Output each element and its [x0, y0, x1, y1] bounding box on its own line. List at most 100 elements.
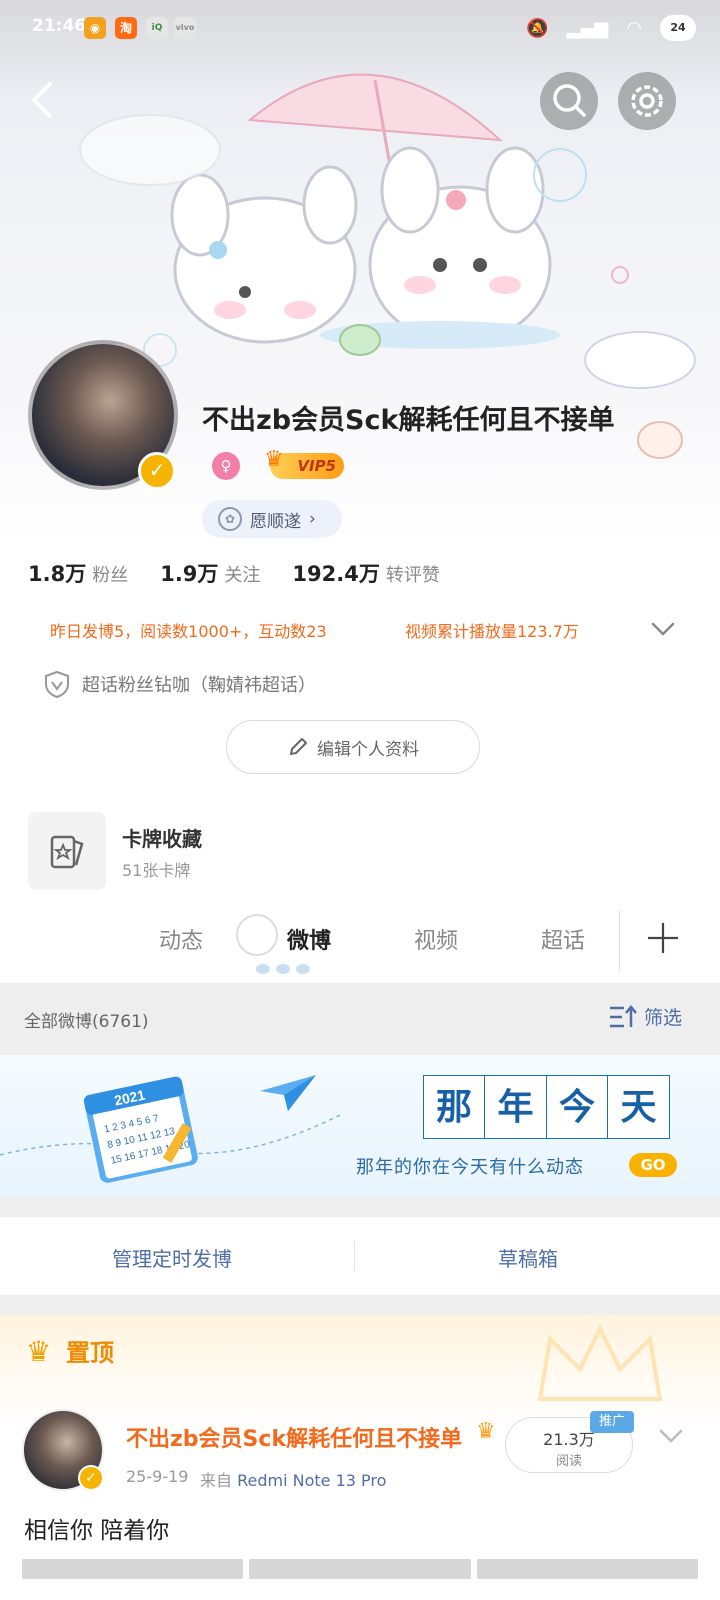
stat-value: 1.8万 [28, 562, 87, 586]
mute-icon: 🔕 [526, 17, 549, 39]
title-char: 那 [422, 1075, 486, 1139]
tab-indicator-dot [296, 964, 310, 974]
search-icon [553, 84, 586, 117]
crown-icon: ♛ [26, 1335, 52, 1368]
supertopic-fan-level[interactable]: 超话粉丝钻咖（鞠婧祎超话） [44, 670, 316, 698]
profile-username: 不出zb会员Sck解耗任何且不接单 [202, 405, 615, 436]
section-gap [0, 1295, 720, 1315]
post-filter-bar: 全部微博(6761) 筛选 [0, 983, 720, 1055]
post-author-name[interactable]: 不出zb会员Sck解耗任何且不接单 [126, 1421, 462, 1453]
drafts-button[interactable]: 草稿箱 [498, 1243, 558, 1272]
stat-value: 1.9万 [160, 562, 219, 586]
on-this-day-subtitle: 那年的你在今天有什么动态 [356, 1157, 584, 1178]
pinned-label: 置顶 [66, 1339, 114, 1367]
search-button[interactable] [540, 72, 598, 130]
pinned-post[interactable]: ♛ 置顶 ✓ 不出zb会员Sck解耗任何且不接单 ♛ 25-9-19 来自 Re… [0, 1315, 720, 1600]
shield-icon [45, 670, 69, 698]
post-image-strip [22, 1559, 698, 1579]
chevron-right-icon: › [309, 509, 316, 529]
tab-weibo[interactable]: 微博 [287, 923, 331, 955]
action-divider [354, 1241, 355, 1271]
tab-supertopic[interactable]: 超话 [541, 923, 585, 955]
status-time: 21:46 [32, 16, 87, 36]
chevron-down-icon[interactable] [650, 616, 676, 642]
battery-icon: 24 [660, 15, 696, 41]
post-source: 来自 Redmi Note 13 Pro [200, 1467, 386, 1491]
crown-icon: ♛ [264, 447, 284, 472]
supertopic-label: 超话粉丝钻咖（鞠婧祎超话） [82, 675, 316, 696]
tab-video[interactable]: 视频 [414, 923, 458, 955]
post-text: 相信你 陪着你 [24, 1518, 170, 1544]
on-this-day-banner[interactable]: 2021 1 2 3 4 5 6 7 8 9 10 11 12 13 15 16… [0, 1055, 720, 1197]
flower-icon: ✿ [218, 507, 242, 531]
filter-button[interactable]: 筛选 [608, 1003, 682, 1030]
settings-button[interactable] [618, 72, 676, 130]
video-play-stats[interactable]: 视频累计播放量123.7万 [405, 618, 579, 642]
add-tab-icon[interactable] [645, 920, 681, 956]
filter-icon [609, 1004, 637, 1027]
filter-label: 筛选 [643, 1007, 682, 1029]
iqiyi-icon: iQ [146, 17, 168, 39]
stat-following[interactable]: 1.9万 关注 [160, 558, 260, 588]
go-button[interactable]: GO [629, 1153, 677, 1177]
taobao-icon: 淘 [115, 17, 137, 39]
pencil-icon [290, 738, 307, 755]
stat-interactions[interactable]: 192.4万 转评赞 [292, 558, 439, 588]
post-actions-bar: 管理定时发博 草稿箱 [0, 1217, 720, 1295]
post-date: 25-9-19 [126, 1467, 189, 1486]
vip-crown-icon: ♛ [476, 1419, 496, 1444]
vip-badge[interactable]: ♛ VIP5 [264, 447, 344, 479]
profile-tabs: 动态 微博 视频 超话 [0, 905, 720, 981]
female-icon: ♀ [212, 452, 240, 480]
card-star-icon [50, 835, 84, 869]
card-collection-thumbnail[interactable] [28, 812, 106, 890]
vip-label: VIP5 [297, 457, 336, 475]
chevron-down-icon[interactable] [658, 1423, 684, 1449]
wifi-icon: ◠ [626, 17, 642, 39]
card-collection-title[interactable]: 卡牌收藏 [122, 823, 202, 852]
tab-indicator [256, 964, 310, 974]
stat-label: 关注 [224, 565, 261, 586]
verified-badge-icon: ✓ [78, 1465, 104, 1491]
tab-divider [619, 910, 620, 972]
profile-tag[interactable]: ✿ 愿顺遂 › [202, 500, 342, 538]
paper-plane-icon [260, 1075, 316, 1111]
post-image[interactable] [22, 1559, 244, 1579]
card-collection-count: 51张卡牌 [122, 861, 191, 880]
verified-badge-icon: ✓ [138, 452, 176, 490]
status-bar: 21:46 ◉ 淘 iQ vivo 🔕 ▂▄▆ ◠ 24 [0, 0, 720, 56]
bunny-tab-decoration-icon [236, 914, 278, 956]
weibo-icon: ◉ [84, 17, 106, 39]
tab-indicator-dot [276, 964, 290, 974]
tab-indicator-dot [256, 964, 270, 974]
edit-profile-label: 编辑个人资料 [317, 739, 419, 760]
status-indicators: 🔕 ▂▄▆ ◠ 24 [526, 14, 696, 42]
signal-icon: ▂▄▆ [566, 17, 609, 39]
gear-icon [631, 85, 663, 117]
section-gap [0, 1197, 720, 1217]
pinned-crown-decoration-icon [537, 1324, 663, 1401]
source-device[interactable]: Redmi Note 13 Pro [237, 1471, 386, 1490]
profile-stats: 1.8万 粉丝 1.9万 关注 192.4万 转评赞 [28, 558, 440, 588]
post-image[interactable] [249, 1559, 471, 1579]
all-posts-count: 全部微博(6761) [24, 1012, 149, 1032]
back-arrow-icon [32, 82, 52, 118]
tag-label: 愿顺遂 [250, 511, 301, 532]
on-this-day-title: 那 年 今 天 [422, 1075, 670, 1139]
promote-badge[interactable]: 推广 [590, 1411, 634, 1433]
stat-label: 粉丝 [92, 565, 129, 586]
stat-label: 转评赞 [385, 565, 440, 586]
back-button[interactable] [22, 78, 66, 122]
stat-value: 192.4万 [292, 562, 380, 586]
vivo-icon: vivo [174, 17, 196, 39]
tab-dynamics[interactable]: 动态 [159, 923, 203, 955]
stat-followers[interactable]: 1.8万 粉丝 [28, 558, 128, 588]
activity-summary[interactable]: 昨日发博5，阅读数1000+，互动数23 [50, 618, 327, 642]
read-label: 阅读 [555, 1454, 582, 1469]
post-image[interactable] [476, 1559, 698, 1579]
edit-profile-button[interactable]: 编辑个人资料 [226, 720, 480, 774]
source-prefix: 来自 [200, 1471, 233, 1490]
title-char: 今 [545, 1075, 609, 1139]
title-char: 年 [484, 1075, 547, 1139]
manage-scheduled-posts-button[interactable]: 管理定时发博 [112, 1243, 232, 1272]
